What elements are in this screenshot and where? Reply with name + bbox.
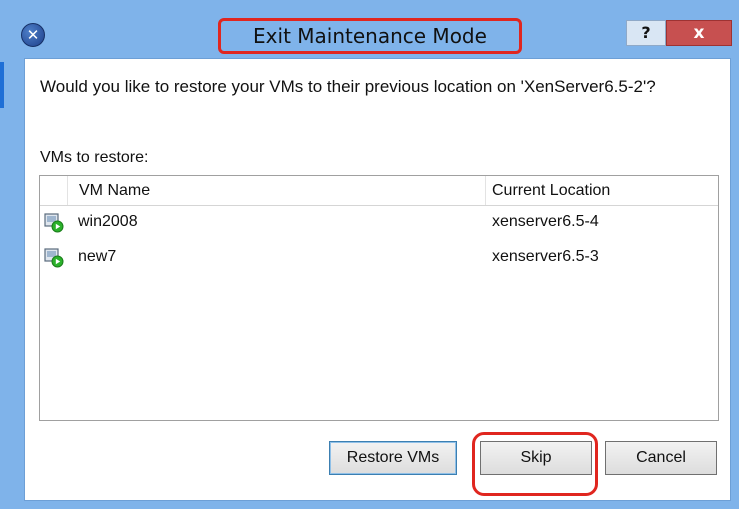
exit-maintenance-dialog: ✕ Exit Maintenance Mode ? x Would you li… [6, 0, 739, 509]
vm-current-location: xenserver6.5-3 [492, 248, 599, 265]
restore-vms-button[interactable]: Restore VMs [329, 441, 457, 475]
vm-name: win2008 [78, 213, 138, 230]
vm-running-icon [44, 213, 64, 233]
header-icon-column[interactable] [40, 176, 68, 205]
vm-running-icon [44, 248, 64, 268]
help-button[interactable]: ? [626, 20, 666, 46]
header-current-location[interactable]: Current Location [486, 176, 718, 205]
xencenter-app-icon: ✕ [21, 23, 45, 47]
vm-grid[interactable]: VM Name Current Location win2008 xenserv… [39, 175, 719, 421]
header-vm-name[interactable]: VM Name [68, 176, 486, 205]
table-row[interactable]: new7 xenserver6.5-3 [40, 243, 718, 273]
vm-current-location: xenserver6.5-4 [492, 213, 599, 230]
background-window-accent [0, 62, 4, 108]
restore-prompt: Would you like to restore your VMs to th… [40, 77, 656, 96]
close-button[interactable]: x [666, 20, 732, 46]
vm-name: new7 [78, 248, 117, 265]
table-row[interactable]: win2008 xenserver6.5-4 [40, 208, 718, 238]
vms-to-restore-label: VMs to restore: [40, 149, 149, 166]
cancel-button[interactable]: Cancel [605, 441, 717, 475]
grid-header: VM Name Current Location [40, 176, 718, 206]
skip-button[interactable]: Skip [480, 441, 592, 475]
dialog-title: Exit Maintenance Mode [218, 18, 522, 54]
dialog-content: Would you like to restore your VMs to th… [24, 58, 731, 501]
title-bar[interactable]: ✕ Exit Maintenance Mode ? x [6, 0, 739, 58]
